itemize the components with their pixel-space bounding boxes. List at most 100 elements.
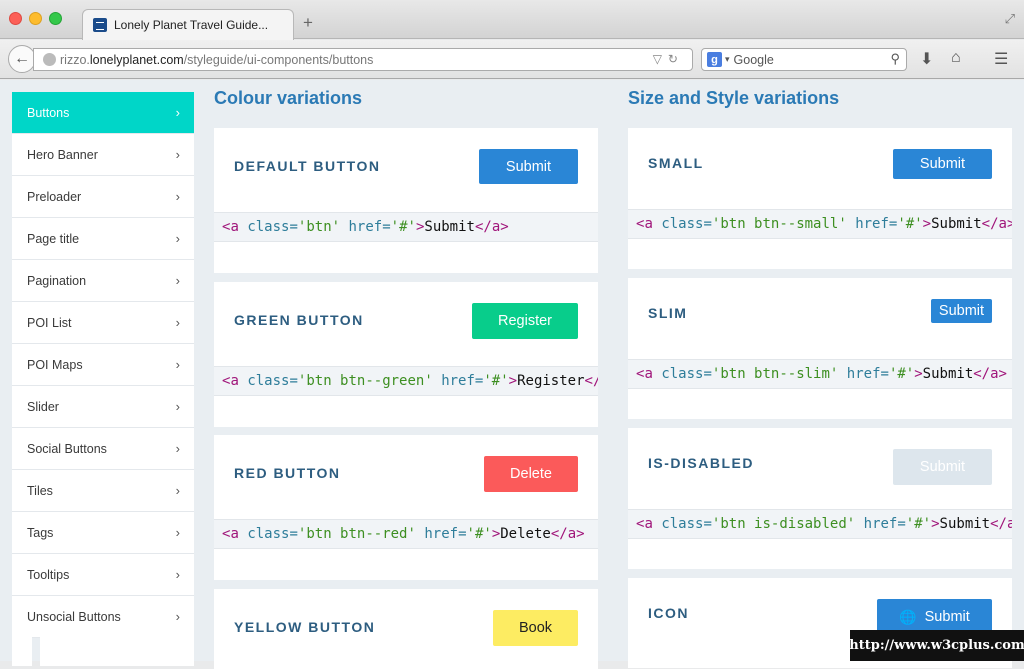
sidebar-item-pagination[interactable]: Pagination ›	[12, 260, 194, 302]
watermark: http://www.w3cplus.com	[849, 630, 1024, 661]
code-snippet: <a class='btn' href='#'>Submit</a>	[214, 212, 598, 242]
chevron-right-icon: ›	[175, 147, 180, 162]
chevron-right-icon: ›	[175, 357, 180, 372]
sidebar-item-social-buttons[interactable]: Social Buttons ›	[12, 428, 194, 470]
default-button-demo-button[interactable]: Submit	[479, 149, 578, 184]
sidebar-item-preloader[interactable]: Preloader ›	[12, 176, 194, 218]
card-label: DEFAULT BUTTON	[234, 158, 381, 174]
chevron-right-icon: ›	[175, 525, 180, 540]
colour-variations-title: Colour variations	[214, 88, 363, 108]
sidebar-item-label: Unsocial Buttons	[27, 609, 121, 624]
chevron-right-icon: ›	[175, 315, 180, 330]
search-icon[interactable]: ⚲	[890, 51, 900, 67]
button-label: Submit	[919, 156, 966, 172]
new-tab-button[interactable]: +	[303, 13, 313, 33]
home-icon[interactable]: ⌂	[951, 49, 961, 67]
chevron-down-icon[interactable]: ▾	[725, 54, 730, 65]
sidebar-item-buttons[interactable]: Buttons ›	[12, 92, 194, 134]
tab-title: Lonely Planet Travel Guide...	[114, 18, 269, 32]
lonely-planet-favicon-icon	[93, 18, 107, 32]
red-button-card: RED BUTTON Delete <a class='btn btn--red' …	[214, 435, 598, 580]
reload-icon[interactable]: ▽↻	[653, 52, 684, 66]
card-label: YELLOW BUTTON	[234, 619, 376, 635]
browser-tab[interactable]: Lonely Planet Travel Guide...	[82, 9, 294, 40]
search-placeholder: Google	[733, 52, 774, 67]
sidebar-item-label: Preloader	[27, 189, 82, 204]
google-icon[interactable]: g	[707, 52, 722, 67]
card-label: SLIM	[648, 305, 688, 321]
card-label: IS-DISABLED	[648, 455, 754, 471]
sidebar-item-page-title[interactable]: Page title ›	[12, 218, 194, 260]
chevron-right-icon: ›	[175, 399, 180, 414]
download-icon[interactable]: ⬇	[920, 49, 933, 69]
sidebar-item-hero-banner[interactable]: Hero Banner ›	[12, 134, 194, 176]
zoom-window-button[interactable]	[49, 12, 62, 25]
code-snippet: <a class='btn btn--slim' href='#'>Submit…	[628, 359, 1012, 389]
minimize-window-button[interactable]	[29, 12, 42, 25]
green-button-card: GREEN BUTTON Register <a class='btn btn--g…	[214, 282, 598, 427]
title-bar: Lonely Planet Travel Guide... + ⤢	[0, 0, 1024, 40]
sidebar-item-label: Tooltips	[27, 567, 70, 582]
sidebar-item-poi-list[interactable]: POI List ›	[12, 302, 194, 344]
sidebar-item-label: Social Buttons	[27, 441, 107, 456]
code-snippet: <a class='btn btn--small' href='#'>Submi…	[628, 209, 1012, 239]
code-snippet: <a class='btn btn--red' href='#'>Delete<…	[214, 519, 598, 549]
slim-card: SLIM Submit <a class='btn btn--slim' href=…	[628, 278, 1012, 419]
fullscreen-icon[interactable]: ⤢	[1005, 11, 1015, 27]
chevron-right-icon: ›	[175, 105, 180, 120]
sidebar-item-label: POI Maps	[27, 357, 83, 372]
small-demo-button[interactable]: Submit	[893, 149, 992, 179]
chevron-right-icon: ›	[175, 273, 180, 288]
slim-demo-button[interactable]: Submit	[931, 299, 992, 323]
button-label: Submit	[924, 609, 970, 625]
sidebar-nav: Buttons › Hero Banner › Preloader › Page title…	[12, 92, 194, 638]
yellow-button-card: YELLOW BUTTON Book	[214, 589, 598, 669]
sidebar-item-tiles[interactable]: Tiles ›	[12, 470, 194, 512]
sidebar-item-label: Hero Banner	[27, 147, 98, 162]
chevron-right-icon: ›	[175, 609, 180, 624]
sidebar-item-label: POI List	[27, 315, 72, 330]
globe-icon: 🌐	[899, 608, 917, 625]
button-label: Submit	[919, 459, 966, 475]
close-window-button[interactable]	[9, 12, 22, 25]
url-prefix: rizzo.	[60, 52, 90, 67]
card-label: RED BUTTON	[234, 465, 341, 481]
button-label: Register	[498, 313, 552, 329]
is-disabled-demo-button: Submit	[893, 449, 992, 485]
chevron-right-icon: ›	[175, 231, 180, 246]
red-button-demo-button[interactable]: Delete	[484, 456, 578, 492]
back-arrow-icon[interactable]: ←	[8, 45, 36, 73]
url-host: lonelyplanet.com	[89, 52, 184, 67]
sidebar-item-label: Tiles	[27, 483, 53, 498]
button-label: Delete	[510, 466, 552, 482]
small-card: SMALL Submit <a class='btn btn--small' hre…	[628, 128, 1012, 269]
address-bar[interactable]: rizzo. lonelyplanet.com /styleguide/ui-c…	[33, 48, 693, 71]
sidebar-item-label: Page title	[27, 231, 80, 246]
sidebar-item-tooltips[interactable]: Tooltips ›	[12, 554, 194, 596]
page: Buttons › Hero Banner › Preloader › Page title…	[0, 80, 1024, 669]
menu-icon[interactable]: ☰	[994, 49, 1008, 69]
sidebar-item-tags[interactable]: Tags ›	[12, 512, 194, 554]
search-input[interactable]: g ▾ Google ⚲	[701, 48, 907, 71]
card-label: SMALL	[648, 155, 704, 171]
green-button-demo-button[interactable]: Register	[472, 303, 578, 339]
sidebar-item-unsocial-buttons[interactable]: Unsocial Buttons ›	[12, 596, 194, 638]
chevron-right-icon: ›	[175, 189, 180, 204]
sidebar-item-label: Tags	[27, 525, 54, 540]
button-label: Submit	[938, 303, 985, 319]
chevron-right-icon: ›	[175, 567, 180, 582]
yellow-button-demo-button[interactable]: Book	[493, 610, 578, 646]
size-style-variations-title: Size and Style variations	[628, 88, 840, 108]
chevron-right-icon: ›	[175, 441, 180, 456]
button-label: Book	[518, 620, 553, 636]
url-path: /styleguide/ui-components/buttons	[183, 52, 374, 67]
sidebar-item-label: Slider	[27, 399, 59, 414]
navigation-bar: ← rizzo. lonelyplanet.com /styleguide/ui…	[0, 40, 1024, 79]
card-label: GREEN BUTTON	[234, 312, 364, 328]
code-snippet: <a class='btn btn--green' href='#'>Regis…	[214, 366, 598, 396]
sidebar-item-poi-maps[interactable]: POI Maps ›	[12, 344, 194, 386]
sidebar-item-label: Buttons	[27, 105, 70, 120]
sidebar-item-slider[interactable]: Slider ›	[12, 386, 194, 428]
sidebar-item-label: Pagination	[27, 273, 87, 288]
sidebar-footer	[12, 636, 194, 666]
